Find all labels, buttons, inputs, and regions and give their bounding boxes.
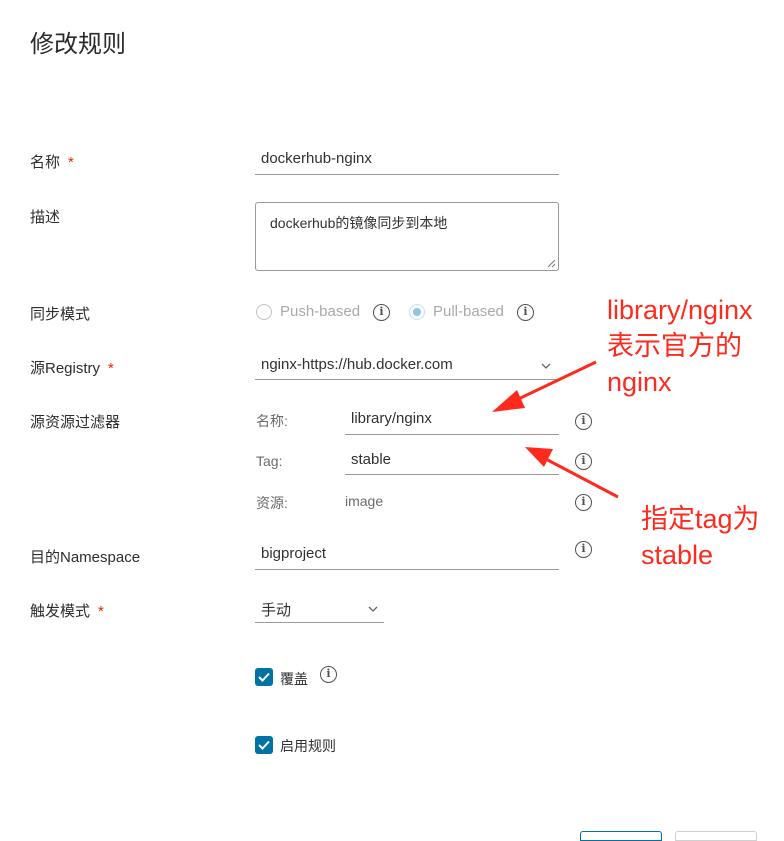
trigger-mode-label-text: 触发模式	[30, 603, 91, 620]
source-filter-label: 源资源过滤器	[30, 414, 121, 431]
description-label: 描述	[30, 209, 61, 226]
push-based-label: Push-based	[280, 303, 361, 320]
dest-namespace-label: 目的Namespace	[30, 549, 141, 566]
page-title: 修改规则	[30, 31, 126, 58]
filter-resource-label: 资源:	[256, 495, 288, 511]
required-mark: *	[108, 360, 114, 377]
pull-based-label: Pull-based	[433, 303, 504, 320]
info-icon[interactable]: i	[320, 666, 337, 683]
required-mark: *	[68, 154, 74, 171]
filter-resource-value: image	[345, 493, 384, 509]
source-registry-label-text: 源Registry	[30, 360, 101, 377]
info-icon[interactable]: i	[575, 453, 592, 470]
enable-rule-checkbox[interactable]	[255, 736, 273, 754]
override-checkbox[interactable]	[255, 668, 273, 686]
filter-tag-label: Tag:	[256, 453, 283, 469]
name-label: 名称 *	[30, 151, 74, 172]
name-label-text: 名称	[30, 154, 61, 171]
info-icon[interactable]: i	[575, 541, 592, 558]
secondary-button[interactable]	[675, 831, 757, 841]
source-registry-value: nginx-https://hub.docker.com	[261, 356, 453, 373]
description-text: dockerhub的镜像同步到本地	[270, 215, 448, 231]
filter-tag-input[interactable]: stable	[345, 451, 559, 475]
chevron-down-icon	[368, 606, 378, 612]
source-registry-select[interactable]: nginx-https://hub.docker.com	[255, 356, 559, 380]
filter-name-input[interactable]: library/nginx	[345, 410, 559, 435]
info-icon[interactable]: i	[517, 304, 534, 321]
push-based-radio[interactable]	[256, 304, 272, 320]
trigger-mode-label: 触发模式 *	[30, 600, 104, 621]
info-icon[interactable]: i	[575, 494, 592, 511]
chevron-down-icon	[541, 363, 551, 369]
info-icon[interactable]: i	[575, 413, 592, 430]
checkmark-icon	[258, 672, 270, 682]
trigger-mode-select[interactable]: 手动	[255, 599, 384, 623]
trigger-mode-value: 手动	[261, 602, 292, 619]
description-textarea[interactable]: dockerhub的镜像同步到本地	[255, 202, 559, 271]
arrow-head-top	[492, 390, 525, 412]
filter-name-label: 名称:	[256, 413, 288, 429]
name-input[interactable]: dockerhub-nginx	[255, 150, 559, 175]
sync-mode-label: 同步模式	[30, 306, 91, 323]
source-registry-label: 源Registry *	[30, 357, 114, 378]
checkmark-icon	[258, 740, 270, 750]
enable-rule-label: 启用规则	[280, 738, 336, 754]
dest-namespace-input[interactable]: bigproject	[255, 545, 559, 570]
override-label: 覆盖	[280, 671, 308, 687]
annotation-text-top: library/nginx 表示官方的 nginx	[607, 295, 753, 397]
pull-based-radio[interactable]	[409, 304, 425, 320]
resize-handle-icon[interactable]	[547, 259, 556, 268]
info-icon[interactable]: i	[373, 304, 390, 321]
primary-button[interactable]	[580, 831, 662, 841]
required-mark: *	[98, 603, 104, 620]
annotation-text-bottom: 指定tag为 stable	[641, 504, 760, 570]
